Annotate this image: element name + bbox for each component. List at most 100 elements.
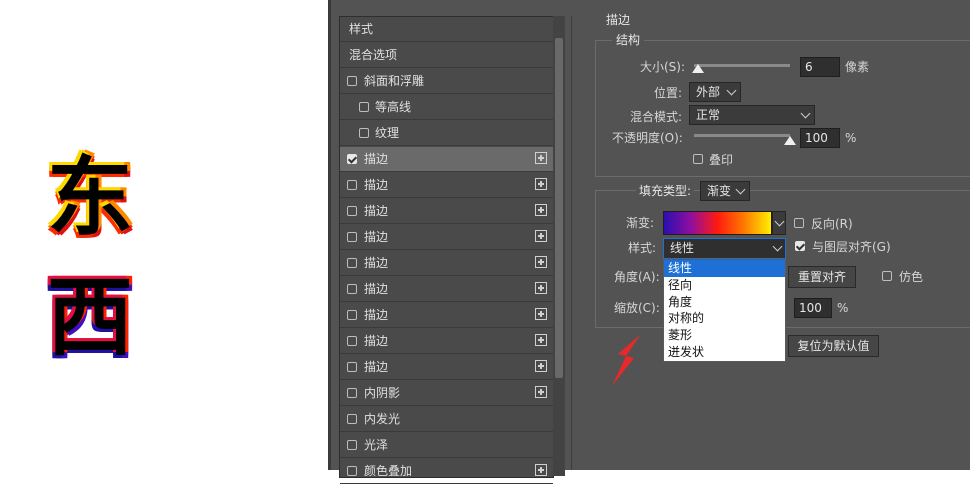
style-list-item[interactable]: 纹理 (340, 121, 553, 146)
style-list-item[interactable]: 描边 (340, 329, 553, 354)
style-enable-checkbox[interactable] (347, 310, 357, 320)
opacity-slider-track[interactable] (694, 134, 790, 137)
structure-title: 结构 (612, 33, 645, 47)
style-list-item[interactable]: 混合选项 (340, 43, 553, 68)
style-list-item[interactable]: 描边 (340, 251, 553, 276)
chevron-down-icon (772, 241, 783, 252)
scale-label: 缩放(C): (614, 301, 660, 315)
chevron-down-icon (800, 108, 811, 119)
style-label: 样式: (628, 241, 657, 255)
gradient-picker-button[interactable] (772, 211, 786, 235)
reverse-label: 反向(R) (811, 217, 853, 231)
dither-label: 仿色 (899, 270, 924, 284)
gradient-style-option[interactable]: 径向 (664, 277, 785, 294)
style-enable-checkbox[interactable] (347, 232, 357, 242)
add-effect-icon[interactable] (535, 334, 547, 346)
gradient-style-select[interactable]: 线性 (663, 238, 786, 259)
style-enable-checkbox[interactable] (347, 362, 357, 372)
reset-to-default-button[interactable]: 复位为默认值 (788, 335, 879, 357)
style-enable-checkbox[interactable] (347, 258, 357, 268)
style-enable-checkbox[interactable] (359, 128, 369, 138)
style-enable-checkbox[interactable] (347, 154, 357, 164)
style-enable-checkbox[interactable] (347, 180, 357, 190)
style-list-item[interactable]: 描边 (340, 355, 553, 380)
scale-input[interactable]: 100 (794, 298, 832, 318)
gradient-style-dropdown: 线性 径向 角度 对称的 菱形 迸发状 (663, 259, 786, 362)
style-list-item-label: 光泽 (364, 438, 389, 452)
style-list-item-label: 描边 (364, 282, 389, 296)
style-list-item[interactable]: 描边 (340, 225, 553, 250)
opacity-unit: % (845, 131, 857, 145)
add-effect-icon[interactable] (535, 464, 547, 476)
style-enable-checkbox[interactable] (347, 336, 357, 346)
chevron-down-icon (735, 184, 746, 195)
overprint-checkbox[interactable] (693, 154, 703, 164)
reverse-checkbox[interactable] (794, 218, 804, 228)
style-enable-checkbox[interactable] (347, 284, 357, 294)
size-slider-thumb[interactable] (691, 64, 704, 73)
opacity-input[interactable]: 100 (800, 128, 840, 148)
position-value: 外部 (696, 85, 721, 99)
style-list-item[interactable]: 内阴影 (340, 381, 553, 406)
dialog-border (328, 0, 331, 470)
blend-mode-value: 正常 (696, 108, 721, 122)
overprint-label: 叠印 (709, 153, 734, 167)
style-list-item[interactable]: 描边 (340, 199, 553, 224)
style-enable-checkbox[interactable] (347, 76, 357, 86)
gradient-style-option[interactable]: 线性 (664, 260, 785, 277)
style-list-item[interactable]: 内发光 (340, 407, 553, 432)
blend-mode-select[interactable]: 正常 (689, 105, 815, 125)
gradient-style-option[interactable]: 菱形 (664, 327, 785, 344)
fill-type-value: 渐变 (707, 184, 732, 198)
scrollbar-thumb[interactable] (555, 38, 563, 378)
gradient-style-option[interactable]: 角度 (664, 294, 785, 311)
style-list-item[interactable]: 描边 (340, 277, 553, 302)
add-effect-icon[interactable] (535, 204, 547, 216)
style-enable-checkbox[interactable] (347, 388, 357, 398)
size-input[interactable]: 6 (800, 57, 840, 77)
add-effect-icon[interactable] (535, 230, 547, 242)
style-enable-checkbox[interactable] (347, 466, 357, 476)
style-list-item-label: 样式 (349, 22, 374, 36)
gradient-swatch[interactable] (663, 211, 772, 235)
style-enable-checkbox[interactable] (347, 206, 357, 216)
style-enable-checkbox[interactable] (359, 102, 369, 112)
chevron-down-icon (726, 85, 737, 96)
size-label: 大小(S): (640, 60, 686, 74)
align-with-layer-checkbox[interactable] (795, 241, 805, 251)
dither-checkbox[interactable] (882, 271, 892, 281)
add-effect-icon[interactable] (535, 178, 547, 190)
size-slider-track[interactable] (694, 64, 790, 67)
fill-type-select[interactable]: 渐变 (700, 181, 750, 201)
style-enable-checkbox[interactable] (347, 440, 357, 450)
position-select[interactable]: 外部 (689, 82, 741, 102)
add-effect-icon[interactable] (535, 308, 547, 320)
scale-unit: % (837, 301, 849, 315)
gradient-style-option[interactable]: 迸发状 (664, 344, 785, 361)
add-effect-icon[interactable] (535, 386, 547, 398)
position-label: 位置: (654, 86, 683, 100)
text-glyph-bottom: 西 (47, 268, 133, 368)
style-list-item[interactable]: 斜面和浮雕 (340, 69, 553, 94)
style-list-item[interactable]: 颜色叠加 (340, 459, 553, 484)
style-list-item[interactable]: 描边 (340, 173, 553, 198)
style-list-scrollbar[interactable] (553, 16, 565, 476)
reset-alignment-button[interactable]: 重置对齐 (788, 266, 856, 288)
style-list-item-label: 混合选项 (349, 48, 398, 62)
style-enable-checkbox[interactable] (347, 414, 357, 424)
gradient-style-option[interactable]: 对称的 (664, 310, 785, 327)
add-effect-icon[interactable] (535, 360, 547, 372)
red-arrow-annotation (612, 334, 641, 386)
style-list-item-label: 描边 (364, 152, 389, 166)
style-list-item[interactable]: 描边 (340, 303, 553, 328)
style-list-item[interactable]: 描边 (340, 147, 553, 172)
style-list-item[interactable]: 等高线 (340, 95, 553, 120)
text-glyph-top: 东 (47, 148, 133, 248)
style-list-item[interactable]: 光泽 (340, 433, 553, 458)
add-effect-icon[interactable] (535, 256, 547, 268)
add-effect-icon[interactable] (535, 152, 547, 164)
style-list-item[interactable]: 样式 (340, 17, 553, 42)
opacity-slider-thumb[interactable] (784, 136, 796, 145)
angle-label: 角度(A): (614, 270, 660, 284)
add-effect-icon[interactable] (535, 282, 547, 294)
